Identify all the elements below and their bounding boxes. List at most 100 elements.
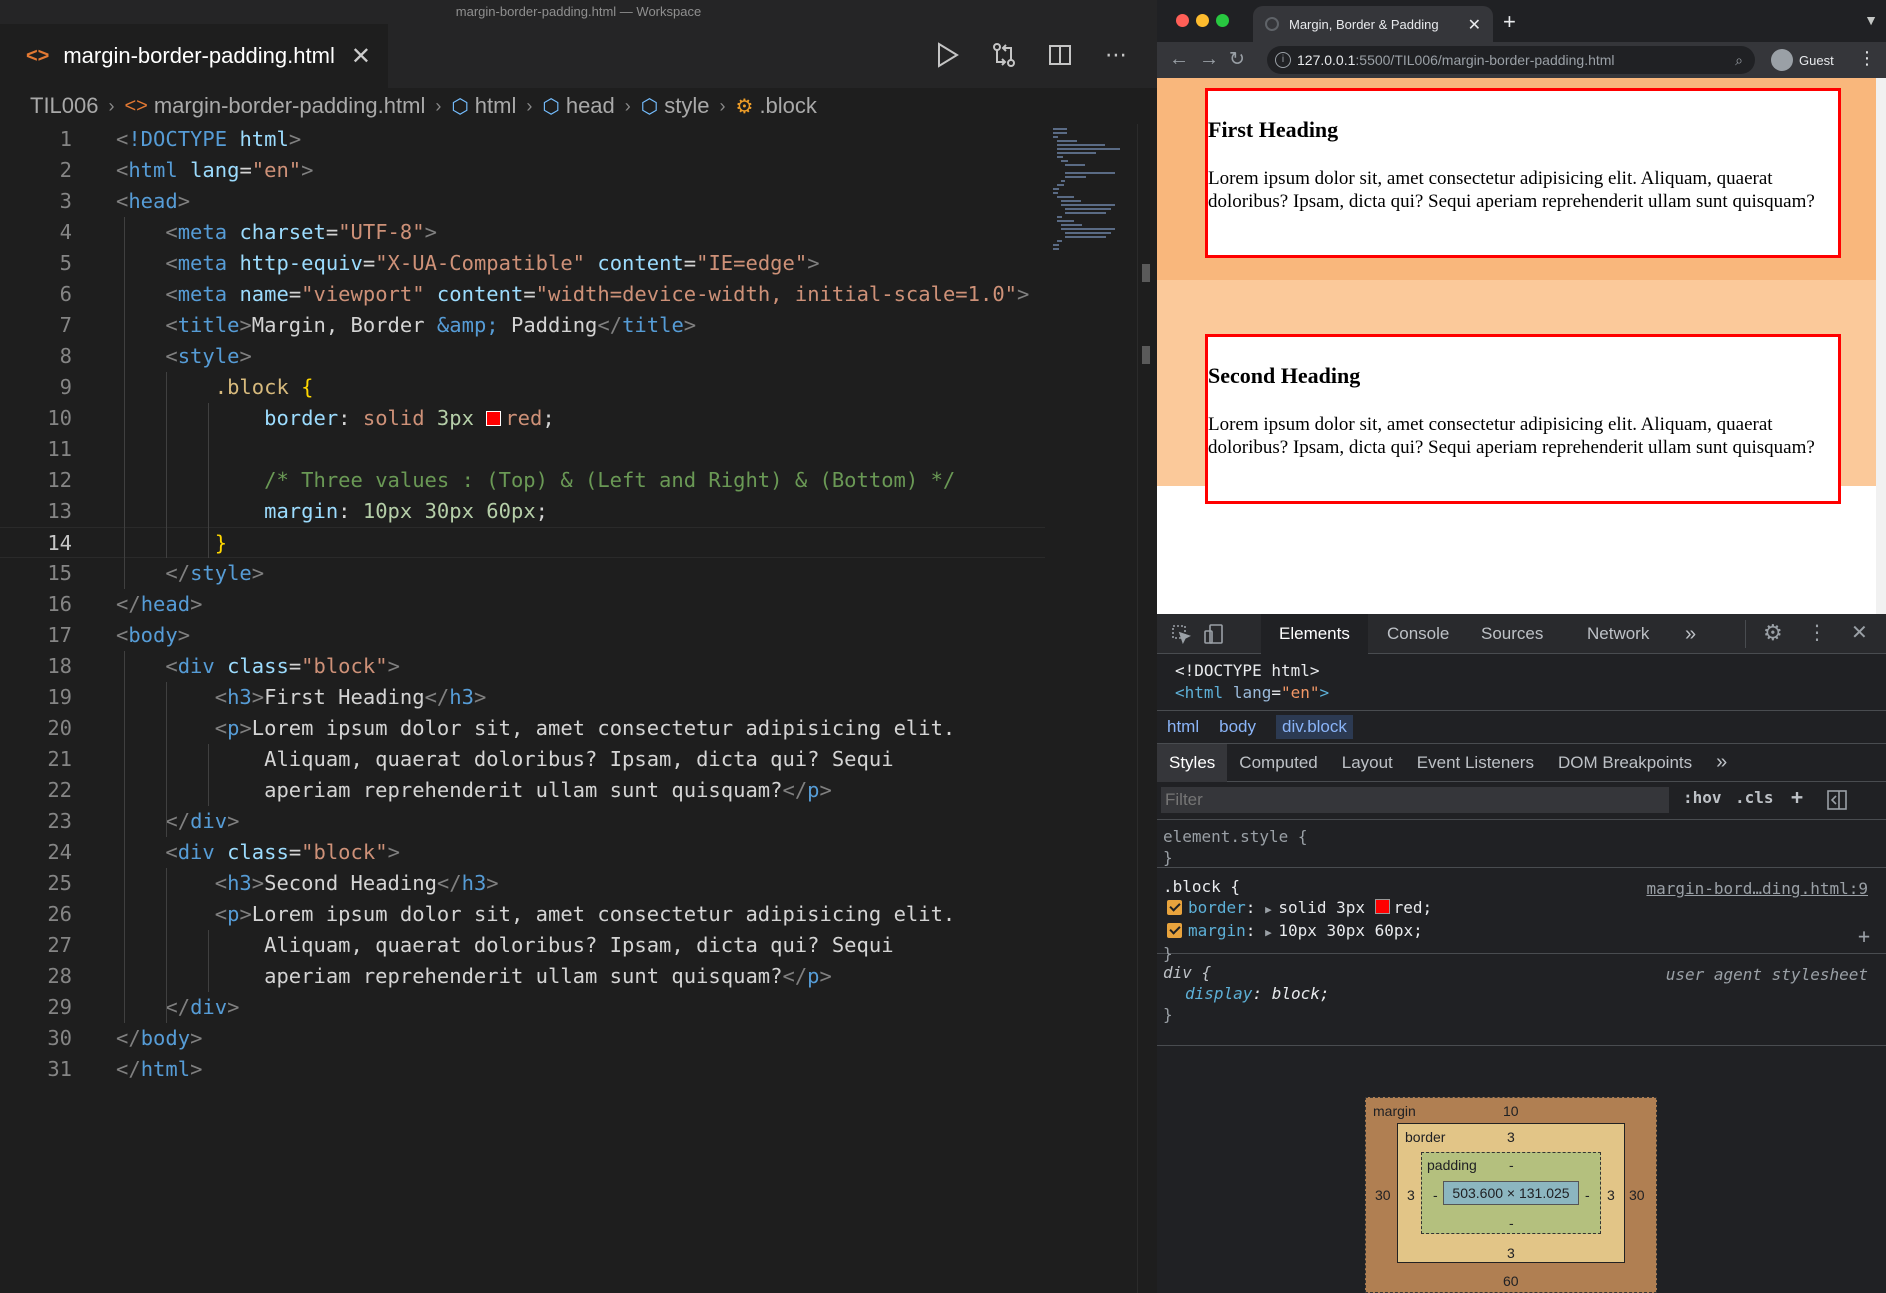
box-padding-bottom[interactable]: -: [1509, 1215, 1514, 1231]
devtools-tab-console[interactable]: Console: [1387, 614, 1449, 654]
forward-icon[interactable]: →: [1199, 48, 1219, 71]
code-line[interactable]: 10 border: solid 3px red;: [0, 403, 1045, 434]
code-line[interactable]: 13 margin: 10px 30px 60px;: [0, 496, 1045, 527]
prop-border-name[interactable]: border: [1188, 898, 1246, 917]
breadcrumb-selector[interactable]: ⚙ .block: [736, 93, 817, 119]
styles-filter-input[interactable]: [1161, 787, 1669, 813]
editor-tab[interactable]: <> margin-border-padding.html ✕: [0, 24, 388, 88]
breadcrumb-style[interactable]: ⬡ style: [641, 93, 710, 119]
color-swatch[interactable]: [486, 411, 502, 426]
crumb-div-block[interactable]: div.block: [1276, 715, 1353, 739]
compare-changes-icon[interactable]: [987, 38, 1021, 72]
box-margin-right[interactable]: 30: [1629, 1187, 1645, 1203]
code-line[interactable]: 11: [0, 434, 1045, 465]
devtools-tab-sources[interactable]: Sources: [1481, 614, 1543, 654]
code-line[interactable]: 23 </div>: [0, 806, 1045, 837]
box-margin-top[interactable]: 10: [1503, 1103, 1519, 1119]
breadcrumb-folder[interactable]: TIL006: [30, 93, 99, 119]
code-line[interactable]: 7 <title>Margin, Border &amp; Padding</t…: [0, 310, 1045, 341]
prop-margin-checkbox[interactable]: [1167, 923, 1182, 938]
settings-gear-icon[interactable]: ⚙: [1763, 620, 1783, 646]
new-rule-icon[interactable]: +: [1791, 785, 1803, 809]
subtab-layout[interactable]: Layout: [1330, 753, 1405, 773]
breadcrumb-head[interactable]: ⬡ head: [542, 93, 614, 119]
site-info-icon[interactable]: i: [1275, 52, 1291, 68]
code-line[interactable]: 6 <meta name="viewport" content="width=d…: [0, 279, 1045, 310]
close-icon[interactable]: ✕: [351, 42, 371, 71]
code-line[interactable]: 15 </style>: [0, 558, 1045, 589]
code-line[interactable]: 29 </div>: [0, 992, 1045, 1023]
page-scrollbar[interactable]: [1876, 78, 1886, 614]
close-tab-icon[interactable]: ✕: [1468, 15, 1481, 35]
box-content-size[interactable]: 503.600 × 131.025: [1443, 1181, 1579, 1205]
code-line[interactable]: 30 </body>: [0, 1023, 1045, 1054]
hover-state-toggle[interactable]: :hov: [1683, 788, 1722, 807]
class-toggle[interactable]: .cls: [1735, 788, 1774, 807]
scrollbar-thumb[interactable]: [1142, 264, 1150, 282]
code-line[interactable]: 3 <head>: [0, 186, 1045, 217]
minimize-window-button[interactable]: [1196, 14, 1209, 27]
crumb-html[interactable]: html: [1167, 717, 1199, 737]
crumb-body[interactable]: body: [1219, 717, 1256, 737]
reload-icon[interactable]: ↻: [1229, 48, 1245, 71]
box-padding-left[interactable]: -: [1433, 1187, 1438, 1203]
browser-menu-icon[interactable]: ⋮: [1858, 48, 1876, 69]
box-border-right[interactable]: 3: [1607, 1187, 1615, 1203]
breadcrumb-html[interactable]: ⬡ html: [451, 93, 516, 119]
back-icon[interactable]: ←: [1169, 48, 1189, 71]
toggle-sidebar-icon[interactable]: [1827, 790, 1847, 815]
code-line[interactable]: 19 <h3>First Heading</h3>: [0, 682, 1045, 713]
code-line[interactable]: 21 Aliquam, quaerat doloribus? Ipsam, di…: [0, 744, 1045, 775]
more-subtabs-icon[interactable]: »: [1704, 751, 1739, 774]
new-tab-icon[interactable]: +: [1503, 9, 1516, 35]
dom-doctype[interactable]: <!DOCTYPE html>: [1175, 660, 1329, 682]
code-line[interactable]: 2 <html lang="en">: [0, 155, 1045, 186]
devtools-menu-icon[interactable]: ⋮: [1807, 620, 1827, 645]
prop-border-checkbox[interactable]: [1167, 900, 1182, 915]
tab-search-icon[interactable]: ▼: [1864, 12, 1878, 28]
code-line[interactable]: 12 /* Three values : (Top) & (Left and R…: [0, 465, 1045, 496]
code-line[interactable]: 8 <style>: [0, 341, 1045, 372]
code-line[interactable]: 16 </head>: [0, 589, 1045, 620]
prop-border-color[interactable]: red;: [1394, 898, 1433, 917]
editor-scrollbar[interactable]: [1137, 124, 1157, 1293]
profile-button[interactable]: Guest: [1771, 48, 1834, 72]
zoom-icon[interactable]: ⌕: [1735, 46, 1743, 74]
code-line[interactable]: 18 <div class="block">: [0, 651, 1045, 682]
minimap[interactable]: [1045, 124, 1137, 1293]
prop-margin-name[interactable]: margin: [1188, 921, 1246, 940]
code-line[interactable]: 4 <meta charset="UTF-8">: [0, 217, 1045, 248]
devtools-tab-network[interactable]: Network: [1587, 614, 1649, 654]
subtab-computed[interactable]: Computed: [1227, 753, 1329, 773]
code-line[interactable]: 28 aperiam reprehenderit ullam sunt quis…: [0, 961, 1045, 992]
box-padding-top[interactable]: -: [1509, 1157, 1514, 1173]
dom-html-node[interactable]: <html lang="en">: [1175, 682, 1329, 704]
prop-border-value[interactable]: solid 3px: [1278, 898, 1365, 917]
color-swatch[interactable]: [1374, 899, 1390, 914]
code-line[interactable]: 31 </html>: [0, 1054, 1045, 1085]
more-tabs-icon[interactable]: »: [1685, 614, 1696, 654]
zoom-window-button[interactable]: [1216, 14, 1229, 27]
devtools-tab-elements[interactable]: Elements: [1261, 614, 1368, 654]
prop-margin-value[interactable]: 10px 30px 60px;: [1278, 921, 1423, 940]
element-style-rule[interactable]: element.style { }: [1157, 826, 1886, 868]
expand-triangle-icon[interactable]: ▶: [1265, 926, 1278, 939]
expand-triangle-icon[interactable]: ▶: [1265, 903, 1278, 916]
code-line[interactable]: 24 <div class="block">: [0, 837, 1045, 868]
code-line[interactable]: 27 Aliquam, quaerat doloribus? Ipsam, di…: [0, 930, 1045, 961]
box-margin-left[interactable]: 30: [1375, 1187, 1391, 1203]
subtab-event-listeners[interactable]: Event Listeners: [1405, 753, 1546, 773]
browser-tab[interactable]: Margin, Border & Padding ✕: [1253, 6, 1493, 42]
code-line[interactable]: 25 <h3>Second Heading</h3>: [0, 868, 1045, 899]
dom-tree[interactable]: <!DOCTYPE html> <html lang="en">: [1175, 660, 1329, 704]
code-line[interactable]: 17 <body>: [0, 620, 1045, 651]
code-line[interactable]: 20 <p>Lorem ipsum dolor sit, amet consec…: [0, 713, 1045, 744]
box-border-bottom[interactable]: 3: [1507, 1245, 1515, 1261]
prop-border-row[interactable]: border: ▶ solid 3px red;: [1163, 897, 1886, 920]
box-padding-right[interactable]: -: [1585, 1187, 1590, 1203]
prop-margin-row[interactable]: margin: ▶ 10px 30px 60px;: [1163, 920, 1886, 943]
inspect-element-icon[interactable]: [1171, 624, 1192, 649]
more-actions-icon[interactable]: ⋯: [1099, 38, 1133, 72]
code-line[interactable]: 26 <p>Lorem ipsum dolor sit, amet consec…: [0, 899, 1045, 930]
code-line[interactable]: 9 .block {: [0, 372, 1045, 403]
